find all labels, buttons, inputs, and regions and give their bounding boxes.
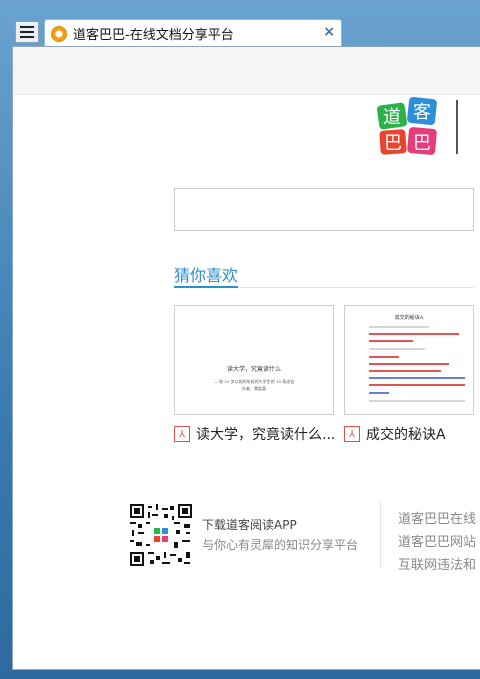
tab-title: 道客巴巴-在线文档分享平台 [73,28,234,43]
top-bar [13,47,480,95]
thumb-title: 成交的秘诀A [394,315,424,321]
browser-tab[interactable]: 道客巴巴-在线文档分享平台 × [44,19,342,47]
thumb-line [369,392,389,394]
qr-code [130,504,192,566]
thumb-line [369,400,465,402]
doc-link[interactable]: ⅄ 成交的秘诀A [344,424,446,444]
footer-text[interactable]: 互联网违法和 [398,554,476,573]
logo-divider [456,100,458,154]
svg-text:道: 道 [383,107,401,128]
close-icon[interactable]: × [323,24,335,40]
footer-text[interactable]: 道客巴巴网站 [398,531,476,550]
svg-text:巴: 巴 [384,133,402,154]
footer-divider [380,502,381,568]
doc-link[interactable]: ⅄ 读大学，究竟读什么... [174,424,335,444]
thumb-line [369,384,465,386]
doc-thumbnail[interactable]: 读大学，究竟读什么 — 给 25 岁以前的年轻的大学生的 15 条忠告 作者：覃… [174,305,334,415]
thumb-subtitle: — 给 25 岁以前的年轻的大学生的 15 条忠告 [213,379,295,384]
doc-title: 成交的秘诀A [366,427,446,443]
thumb-title: 读大学，究竟读什么 [226,366,281,373]
thumb-author: 作者：覃彪喜 [242,386,266,391]
thumb-line [369,363,449,365]
thumb-line [369,377,465,379]
thumb-line [369,326,429,328]
svg-text:巴: 巴 [413,133,431,154]
section-title: 猜你喜欢 [174,266,239,285]
pdf-icon: ⅄ [344,426,360,442]
thumb-line [369,348,425,350]
app-promo-title[interactable]: 下载道客阅读APP [202,516,297,533]
thumb-line [369,356,399,358]
thumb-line [369,340,413,342]
doc-title: 读大学，究竟读什么... [196,427,336,443]
section-underline [174,286,238,288]
menu-icon[interactable] [15,21,39,43]
thumb-line [369,333,459,335]
svg-text:客: 客 [413,102,431,123]
doc-thumbnail[interactable]: 成交的秘诀A [344,305,474,415]
search-input[interactable] [174,188,474,231]
site-favicon-icon [51,25,67,42]
window: 道客巴巴-在线文档分享平台 × 道 客 巴 巴 猜你喜欢 读大学，究竟读什么 —… [0,0,480,679]
pdf-icon: ⅄ [174,426,190,442]
site-logo[interactable]: 道 客 巴 巴 [376,94,440,158]
app-promo-subtitle: 与你心有灵犀的知识分享平台 [202,538,359,552]
thumb-line [369,370,441,372]
footer-text: 道客巴巴在线 [398,512,477,527]
